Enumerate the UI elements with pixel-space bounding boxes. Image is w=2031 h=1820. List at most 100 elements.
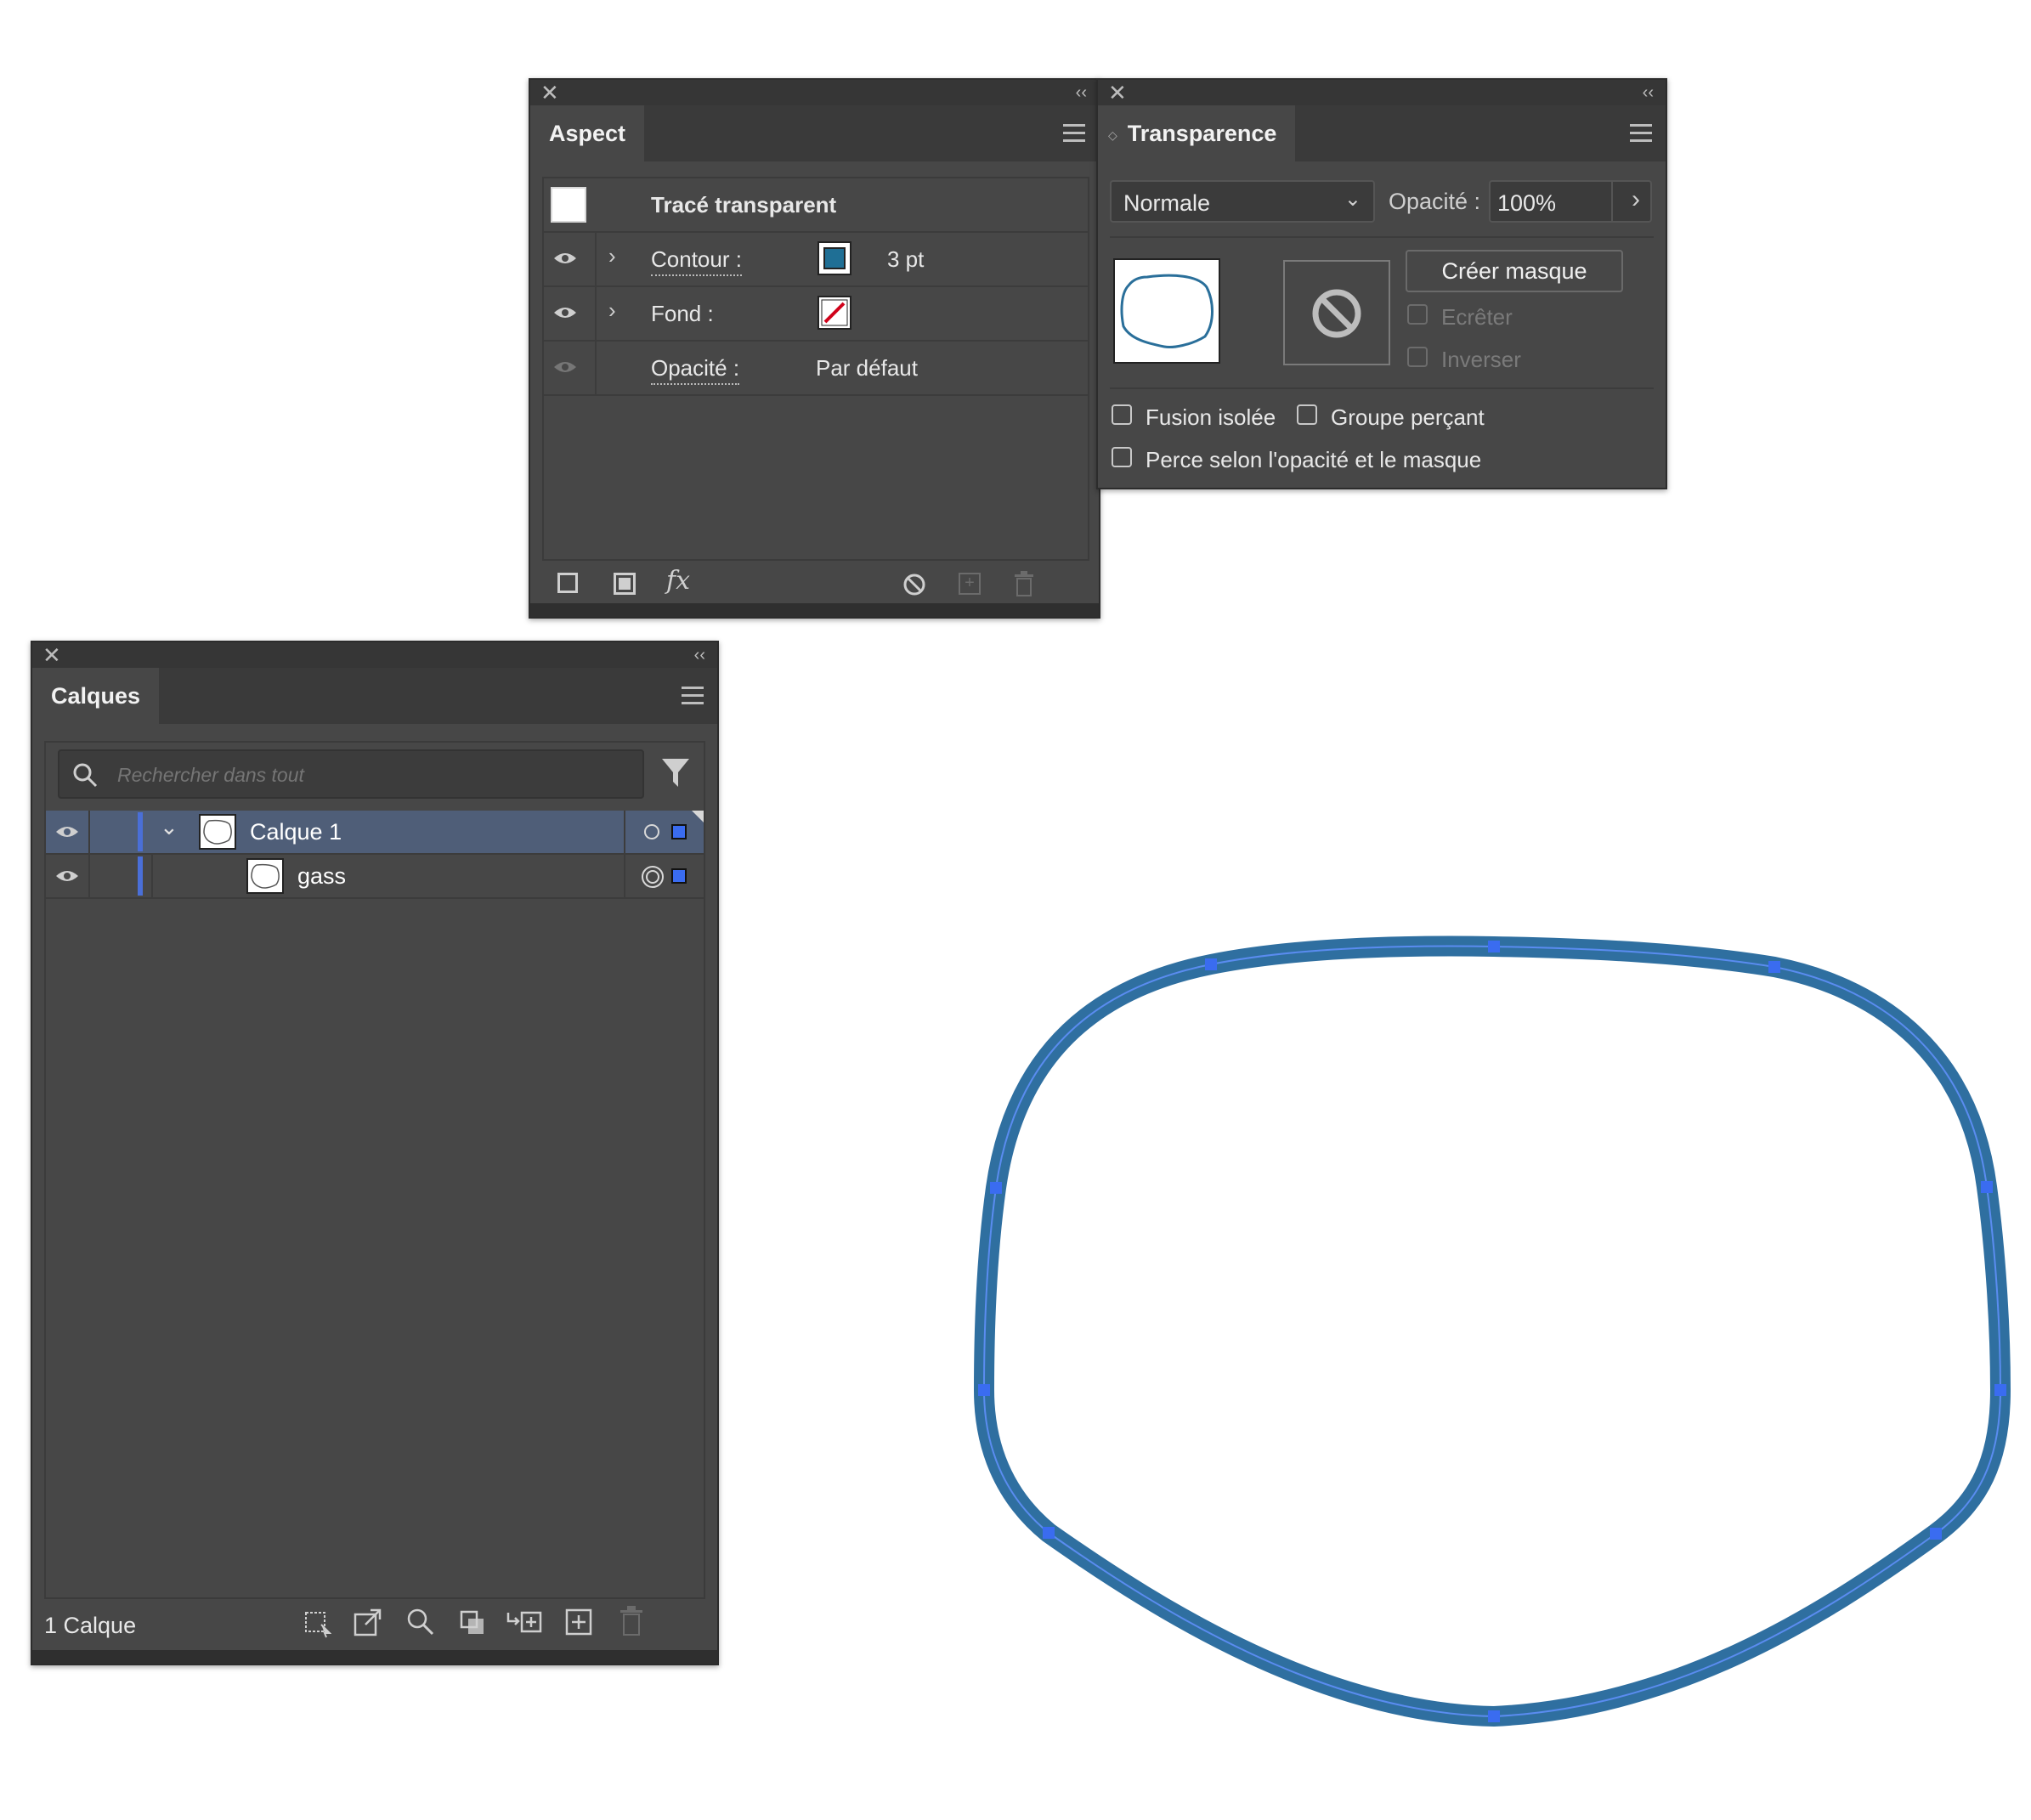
layer-name[interactable]: Calque 1 [250,819,342,845]
tab-aspect[interactable]: Aspect [530,105,645,161]
clear-appearance-icon[interactable] [902,573,926,596]
panel-titlebar: ✕ ‹‹ [1098,80,1666,105]
search-input[interactable] [116,758,629,792]
selection-square-icon[interactable] [671,824,687,839]
opacity-label[interactable]: Opacité : [651,355,740,385]
collapse-icon[interactable]: ‹‹ [1643,82,1654,104]
blend-mode-value: Normale [1123,190,1211,216]
resize-grip[interactable] [530,603,1099,617]
locate-object-icon[interactable] [406,1608,435,1636]
close-icon[interactable]: ✕ [1108,82,1127,104]
section-divider [1110,236,1654,238]
fill-label[interactable]: Fond : [651,301,714,327]
layer-row-calque-1[interactable]: ⌄ Calque 1 [46,811,704,855]
collect-for-export-icon[interactable] [301,1608,331,1638]
filter-icon[interactable] [661,758,690,788]
knockout-shape-label[interactable]: Perce selon l'opacité et le masque [1146,447,1481,473]
knockout-shape-checkbox[interactable] [1112,447,1132,467]
fill-none-swatch[interactable] [817,296,851,330]
opacity-input[interactable]: 100% › [1489,180,1652,223]
opacity-value[interactable]: Par défaut [816,355,918,382]
trash-icon [1015,571,1033,596]
knockout-group-label[interactable]: Groupe perçant [1331,404,1485,431]
opacity-stepper-divider [1611,182,1613,221]
eye-icon[interactable] [552,250,578,267]
stroke-label[interactable]: Contour : [651,246,742,276]
opacity-label: Opacité : [1389,189,1481,214]
layer-row-gass[interactable]: gass [46,855,704,899]
clip-checkbox [1407,304,1428,325]
target-circle-icon[interactable] [644,824,659,839]
aspect-list: Tracé transparent › Contour : 3 pt › Fon… [542,177,1089,561]
chevron-right-icon[interactable]: › [1632,185,1640,214]
aspect-header-row: Tracé transparent [544,178,1088,233]
isolate-blending-checkbox[interactable] [1112,404,1132,425]
target-double-circle-icon[interactable] [641,865,665,889]
lock-column[interactable] [88,855,90,897]
export-icon[interactable] [354,1608,382,1636]
aspect-row-fill[interactable]: › Fond : [544,287,1088,342]
anchor-points[interactable] [978,941,2006,1722]
panel-menu-icon[interactable] [1630,124,1652,143]
object-thumbnail [551,187,586,223]
row-divider [595,342,597,394]
new-sublayer-icon[interactable] [506,1608,542,1636]
collapse-icon[interactable]: ‹‹ [1076,82,1087,104]
aspect-row-stroke[interactable]: › Contour : 3 pt [544,233,1088,287]
panel-titlebar: ✕ ‹‹ [530,80,1099,105]
eye-icon[interactable] [54,868,80,885]
close-icon[interactable]: ✕ [42,644,61,666]
panel-titlebar: ✕ ‹‹ [32,642,717,668]
chevron-down-icon: ⌄ [1344,188,1361,211]
panel-menu-icon[interactable] [682,687,704,705]
blend-mode-select[interactable]: Normale ⌄ [1110,180,1375,223]
layer-thumbnail [199,814,236,850]
options-toggle-icon[interactable]: ◇ [1108,128,1117,142]
object-preview-thumbnail[interactable] [1113,258,1220,364]
clipping-mask-icon[interactable] [459,1609,486,1636]
selection-square-icon[interactable] [671,868,687,884]
aspect-row-opacity[interactable]: Opacité : Par défaut [544,342,1088,396]
search-box[interactable] [58,749,644,799]
new-layer-icon[interactable] [564,1608,593,1636]
close-icon[interactable]: ✕ [540,82,559,104]
tab-transparence[interactable]: ◇ Transparence [1098,105,1296,161]
duplicate-item-icon: + [959,573,981,595]
collapse-icon[interactable]: ‹‹ [694,644,705,666]
resize-grip[interactable] [32,1650,717,1664]
knockout-group-checkbox[interactable] [1297,404,1317,425]
row-divider [595,287,597,340]
no-mask-icon [1312,289,1361,338]
chevron-right-icon[interactable]: › [608,297,616,324]
panel-menu-icon[interactable] [1063,124,1085,143]
mask-thumbnail[interactable] [1283,260,1390,365]
object-name[interactable]: gass [297,863,346,890]
row-divider [595,233,597,285]
stroke-swatch[interactable] [817,241,851,275]
gass-path[interactable] [974,935,2011,1727]
chevron-down-icon[interactable]: ⌄ [160,814,178,840]
current-layer-corner-icon [692,811,704,822]
isolate-blending-label[interactable]: Fusion isolée [1146,404,1276,431]
transparence-panel: ✕ ‹‹ ◇ Transparence Normale ⌄ Opacité : 1… [1096,78,1667,489]
aspect-panel: ✕ ‹‹ Aspect Tracé transparent › Contour … [529,78,1100,619]
trash-icon [620,1606,642,1636]
tab-calques[interactable]: Calques [32,668,160,724]
panel-tabstrip: ◇ Transparence [1098,105,1666,161]
fx-icon[interactable]: fx [666,566,690,596]
stroke-weight[interactable]: 3 pt [887,246,924,273]
invert-mask-checkbox [1407,347,1428,367]
aspect-toolbar: fx + [530,561,1099,603]
aspect-object-title: Tracé transparent [651,192,837,218]
eye-icon[interactable] [54,823,80,840]
create-mask-button[interactable]: Créer masque [1406,250,1623,292]
add-fill-icon[interactable] [614,573,636,595]
layer-color-bar [138,856,143,896]
eye-icon[interactable] [552,304,578,321]
eye-icon [554,362,576,372]
add-stroke-icon[interactable] [557,573,578,593]
opacity-input-value: 100% [1497,190,1557,216]
target-column-divider [624,855,625,897]
lock-column[interactable] [88,811,90,853]
chevron-right-icon[interactable]: › [608,243,616,269]
